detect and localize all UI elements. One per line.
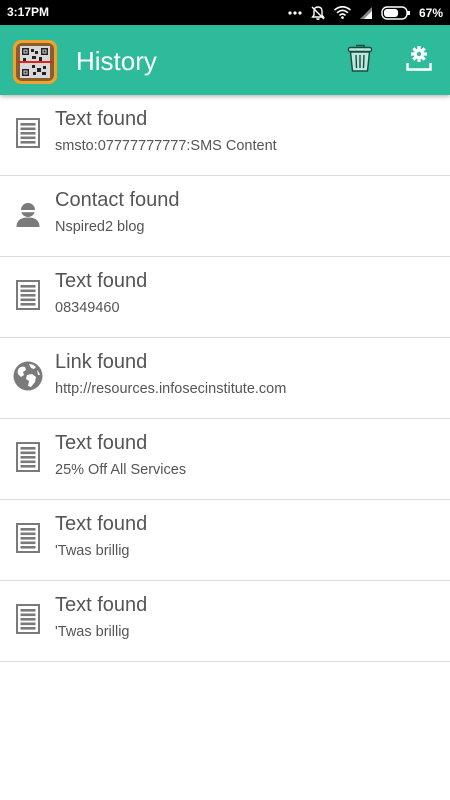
item-title: Contact found [55, 189, 180, 211]
status-bar: 3:17PM 67% [0, 0, 450, 25]
document-icon [12, 117, 44, 149]
history-item-text[interactable]: Text found 'Twas brillig [0, 500, 450, 581]
document-icon [12, 279, 44, 311]
status-icons: 67% [288, 0, 443, 25]
trash-icon [347, 43, 373, 78]
gear-upload-icon [405, 44, 433, 77]
signal-dots-icon [288, 10, 302, 16]
app-logo [12, 39, 58, 85]
settings-export-button[interactable] [398, 39, 440, 81]
history-list: Text found smsto:07777777777:SMS Content … [0, 95, 450, 662]
item-subtitle: http://resources.infosecinstitute.com [55, 381, 287, 397]
item-subtitle: 'Twas brillig [55, 624, 130, 640]
document-icon [12, 603, 44, 635]
document-icon [12, 522, 44, 554]
history-item-contact[interactable]: Contact found Nspired2 blog [0, 176, 450, 257]
item-subtitle: 'Twas brillig [55, 543, 130, 559]
battery-percent: 67% [418, 5, 443, 20]
item-title: Text found [55, 594, 148, 616]
cell-signal-icon [359, 6, 373, 19]
history-item-text[interactable]: Text found 'Twas brillig [0, 581, 450, 662]
person-icon [12, 198, 44, 230]
delete-history-button[interactable] [339, 39, 381, 81]
alarm-off-icon [310, 5, 326, 21]
item-subtitle: 08349460 [55, 300, 120, 316]
item-subtitle: 25% Off All Services [55, 462, 187, 478]
battery-icon [381, 5, 411, 20]
item-title: Text found [55, 108, 148, 130]
wifi-icon [333, 6, 351, 19]
item-title: Text found [55, 513, 148, 535]
item-subtitle: Nspired2 blog [55, 219, 145, 235]
item-title: Text found [55, 270, 148, 292]
page-title: History [76, 46, 157, 76]
history-item-link[interactable]: Link found http://resources.infosecinstit… [0, 338, 450, 419]
screen: 3:17PM 67% History Text found smsto:0777… [0, 0, 450, 800]
history-item-text[interactable]: Text found 08349460 [0, 257, 450, 338]
status-time: 3:17PM [7, 5, 50, 19]
item-title: Link found [55, 351, 148, 373]
app-bar: History [0, 25, 450, 95]
history-item-text[interactable]: Text found smsto:07777777777:SMS Content [0, 95, 450, 176]
item-title: Text found [55, 432, 148, 454]
document-icon [12, 441, 44, 473]
history-item-text[interactable]: Text found 25% Off All Services [0, 419, 450, 500]
item-subtitle: smsto:07777777777:SMS Content [55, 138, 277, 154]
globe-icon [12, 360, 44, 392]
